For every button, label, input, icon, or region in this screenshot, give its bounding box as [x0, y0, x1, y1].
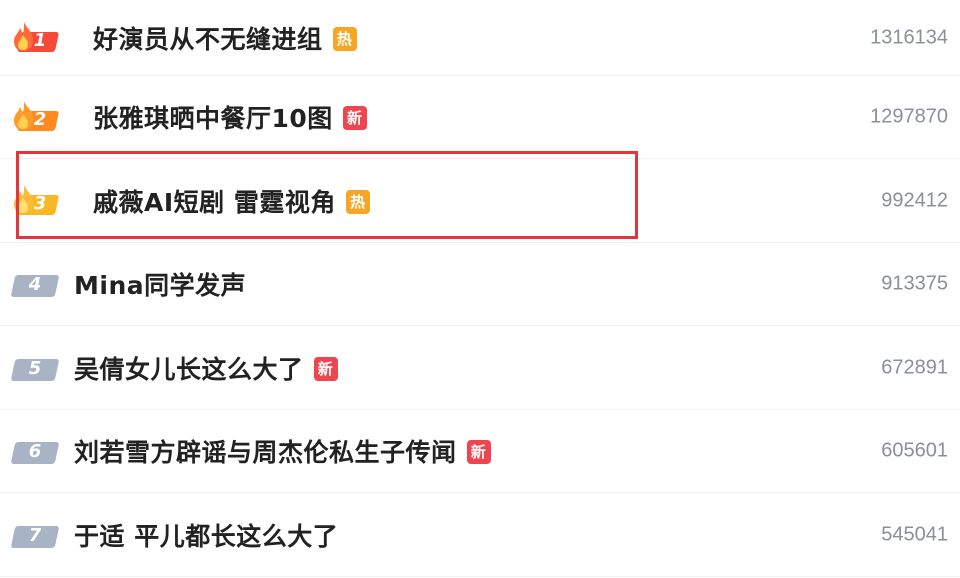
rank-number: 5: [28, 358, 42, 379]
rank-badge: 1: [13, 21, 60, 53]
item-title[interactable]: 刘若雪方辟谣与周杰伦私生子传闻新: [74, 433, 491, 469]
new-badge: 新: [466, 440, 491, 464]
list-item[interactable]: 6 刘若雪方辟谣与周杰伦私生子传闻新 605601: [0, 410, 960, 493]
rank-badge: 5: [10, 353, 60, 383]
list-item[interactable]: 7 于适 平儿都长这么大了 545041: [0, 494, 960, 577]
rank-badge: 2: [13, 101, 60, 132]
rank-number: 4: [28, 274, 42, 295]
rank-number: 2: [33, 109, 47, 130]
item-title-text[interactable]: 张雅琪晒中餐厅10图: [93, 104, 333, 133]
item-title-text[interactable]: 好演员从不无缝进组: [93, 25, 323, 54]
list-item[interactable]: 1 好演员从不无缝进组热 1316134: [0, 0, 960, 76]
item-title[interactable]: 戚薇AI短剧 雷霆视角热: [93, 183, 370, 219]
item-title-text[interactable]: 戚薇AI短剧 雷霆视角: [93, 188, 336, 217]
item-title[interactable]: 好演员从不无缝进组热: [93, 20, 357, 56]
list-item[interactable]: 5 吴倩女儿长这么大了新 672891: [0, 327, 960, 410]
rank-badge: 4: [10, 269, 60, 299]
item-title[interactable]: 于适 平儿都长这么大了: [74, 517, 338, 553]
list-item[interactable]: 2 张雅琪晒中餐厅10图新 1297870: [0, 76, 960, 159]
rank-badge: 7: [10, 520, 60, 550]
search-count: 605601: [881, 439, 948, 462]
search-count: 1297870: [870, 105, 948, 128]
item-title-text[interactable]: Mina同学发声: [74, 271, 246, 300]
item-title[interactable]: 吴倩女儿长这么大了新: [74, 350, 338, 386]
new-badge: 新: [342, 106, 367, 130]
search-count: 1316134: [870, 26, 948, 48]
new-badge: 新: [313, 357, 338, 381]
search-count: 672891: [881, 356, 948, 379]
item-title[interactable]: 张雅琪晒中餐厅10图新: [93, 99, 367, 135]
list-item[interactable]: 4 Mina同学发声 913375: [0, 243, 960, 326]
rank-badge: 6: [10, 436, 60, 466]
item-title[interactable]: Mina同学发声: [74, 266, 246, 302]
search-count: 992412: [881, 189, 948, 212]
list-item[interactable]: 3 戚薇AI短剧 雷霆视角热 992412: [0, 160, 960, 243]
rank-number: 1: [33, 29, 47, 51]
hot-badge: 热: [332, 26, 357, 51]
rank-number: 3: [33, 193, 47, 214]
item-title-text[interactable]: 刘若雪方辟谣与周杰伦私生子传闻: [74, 438, 457, 467]
search-count: 545041: [881, 523, 948, 546]
rank-badge: 3: [13, 185, 60, 216]
rank-number: 7: [28, 525, 42, 546]
search-count: 913375: [881, 272, 948, 295]
item-title-text[interactable]: 于适 平儿都长这么大了: [74, 522, 338, 551]
item-title-text[interactable]: 吴倩女儿长这么大了: [74, 355, 304, 384]
hot-search-list: 1 好演员从不无缝进组热 1316134 2 张雅琪晒中餐厅10图新 12978…: [0, 0, 960, 578]
rank-number: 6: [28, 441, 42, 462]
hot-badge: 热: [345, 190, 370, 214]
